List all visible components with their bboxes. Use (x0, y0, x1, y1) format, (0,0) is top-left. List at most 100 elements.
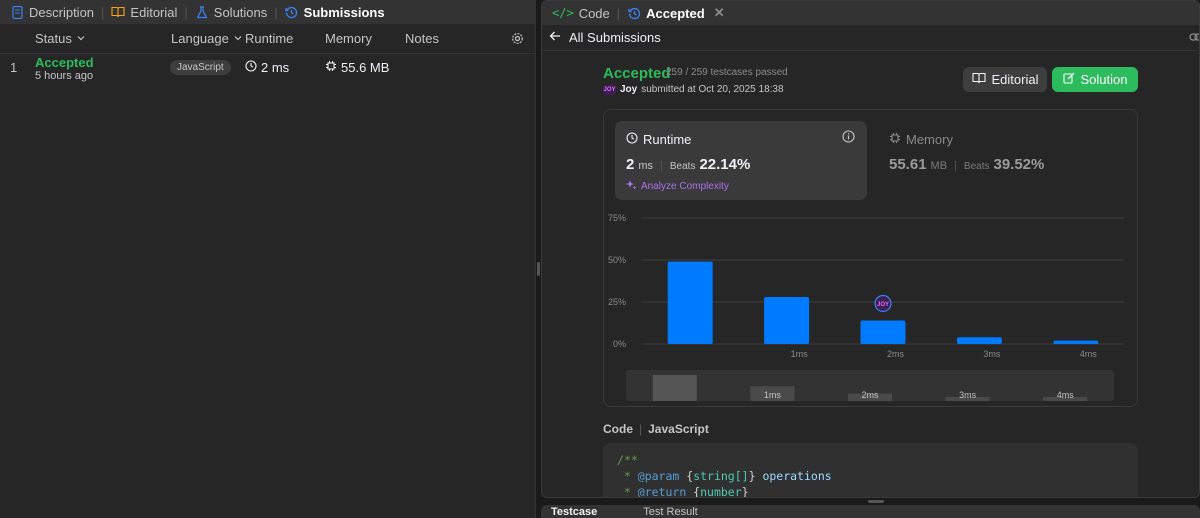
arrow-left-icon (549, 30, 561, 45)
x-tick-label: 2ms (887, 349, 905, 359)
settings-gear-icon[interactable] (511, 32, 524, 45)
tab-solutions[interactable]: Solutions (195, 0, 267, 24)
chart-bar (956, 337, 1002, 344)
runtime-card-value: 2 (626, 156, 635, 173)
divider: | (660, 160, 663, 172)
memory-stats: 55.61 MB | Beats 39.52% (889, 156, 1044, 173)
runtime-beats-value: 22.14% (699, 156, 751, 173)
tab-code-label: Code (578, 5, 610, 21)
row-index: 1 (10, 60, 18, 75)
code-label: Code (603, 422, 633, 436)
book-icon (971, 72, 986, 87)
chevron-down-icon (76, 31, 86, 46)
x-tick-label: 4ms (1080, 349, 1098, 359)
code-viewer[interactable]: /** * @param {string[]} operations * @re… (603, 443, 1138, 498)
book-icon (111, 5, 125, 19)
memory-value: 55.6 MB (341, 60, 390, 75)
clock-icon (245, 60, 257, 75)
link-icon[interactable] (1189, 31, 1199, 46)
submission-status[interactable]: Accepted (35, 55, 94, 70)
user-marker-label: JOY (877, 302, 889, 308)
divider: | (954, 160, 957, 172)
username[interactable]: Joy (620, 84, 637, 95)
right-tab-bar: </> Code | Accepted ✕ (542, 1, 1199, 25)
x-tick-label: 1ms (791, 349, 809, 359)
tab-divider: | (274, 4, 278, 20)
navigator-label: 3ms (959, 390, 977, 400)
close-icon[interactable]: ✕ (714, 5, 725, 21)
tab-submissions[interactable]: Submissions (285, 0, 385, 24)
chip-icon (325, 60, 337, 75)
notes-column-header: Notes (405, 31, 439, 46)
y-tick-label: 0% (613, 339, 626, 349)
avatar[interactable]: JOY (603, 84, 616, 95)
y-tick-label: 50% (608, 255, 626, 265)
code-token: @param (637, 469, 680, 483)
code-token: { (679, 469, 694, 483)
info-icon[interactable] (842, 130, 855, 146)
tab-accepted-label: Accepted (646, 5, 705, 21)
runtime-distribution-chart[interactable]: 75% 50% 25% 0% 1ms 2ms 3ms 4ms JOY 1ms 2ms 3ms 4ms (604, 206, 1137, 406)
tab-solutions-label: Solutions (213, 4, 268, 20)
code-token: @return (637, 485, 687, 498)
description-icon (10, 5, 24, 19)
editorial-button[interactable]: Editorial (963, 67, 1047, 92)
code-line: /** (617, 452, 1124, 468)
solution-button-label: Solution (1080, 72, 1128, 87)
memory-card-title: Memory (889, 132, 953, 147)
chart-bar (764, 296, 810, 344)
chart-bar (860, 320, 906, 344)
tab-accepted[interactable]: Accepted ✕ (627, 1, 725, 25)
solution-button[interactable]: Solution (1052, 67, 1138, 92)
language-column-header[interactable]: Language (171, 31, 243, 46)
status-column-label: Status (35, 31, 72, 46)
navigator-label: 4ms (1057, 390, 1075, 400)
code-token: /** (617, 453, 638, 467)
code-token: * (617, 469, 638, 483)
table-row[interactable]: 1 Accepted 5 hours ago JavaScript 2 ms 5… (0, 54, 535, 90)
submission-author: JOY Joy submitted at Oct 20, 2025 18:38 (603, 84, 784, 95)
all-submissions-link[interactable]: All Submissions (542, 25, 1199, 51)
runtime-stats: 2 ms | Beats 22.14% (626, 156, 750, 173)
chip-icon (889, 132, 901, 147)
tab-editorial-label: Editorial (130, 4, 178, 20)
memory-column-label: Memory (325, 31, 372, 46)
testcases-passed: 259 / 259 testcases passed (666, 67, 788, 78)
runtime-card-unit: ms (638, 160, 654, 172)
tab-testcase[interactable]: Testcase (551, 506, 597, 518)
code-token: operations (762, 469, 832, 483)
tab-editorial[interactable]: Editorial (111, 0, 177, 24)
splitter-grip[interactable] (537, 262, 540, 276)
tab-test-result[interactable]: Test Result (643, 506, 697, 518)
right-panel: </> Code | Accepted ✕ All Submissions Ac… (541, 0, 1200, 498)
tab-description-label: Description (29, 4, 95, 20)
code-language: JavaScript (648, 422, 709, 436)
runtime-card[interactable]: Runtime 2 ms | Beats 22.14% Analyze Comp… (615, 121, 867, 200)
bottom-panel-tabs: Testcase Test Result (541, 505, 1200, 518)
resize-handle[interactable] (868, 500, 884, 503)
left-tab-bar: Description | Editorial | Solutions | Su… (0, 0, 535, 24)
analyze-complexity-link[interactable]: Analyze Complexity (626, 179, 729, 193)
history-icon (627, 6, 641, 20)
tab-divider: | (101, 4, 105, 20)
tab-divider: | (184, 4, 188, 20)
runtime-value: 2 ms (261, 60, 290, 75)
memory-card[interactable]: Memory 55.61 MB | Beats 39.52% (878, 121, 1118, 200)
status-column-header[interactable]: Status (35, 31, 86, 46)
history-icon (285, 5, 299, 19)
x-tick-label: 3ms (983, 349, 1001, 359)
notes-column-label: Notes (405, 31, 439, 46)
code-token: { (686, 485, 701, 498)
code-token: number (700, 485, 742, 498)
runtime-column-label: Runtime (245, 31, 294, 46)
tab-code[interactable]: </> Code (552, 1, 610, 25)
runtime-column-header: Runtime (245, 31, 293, 46)
memory-beats-label: Beats (963, 161, 990, 172)
memory-card-value: 55.61 (889, 156, 927, 173)
navigator-label: 1ms (764, 390, 782, 400)
tab-description[interactable]: Description (10, 0, 94, 24)
chart-bar (1053, 340, 1099, 344)
tab-submissions-label: Submissions (303, 4, 385, 20)
runtime-cell: 2 ms (245, 60, 289, 75)
memory-card-label: Memory (906, 132, 953, 147)
